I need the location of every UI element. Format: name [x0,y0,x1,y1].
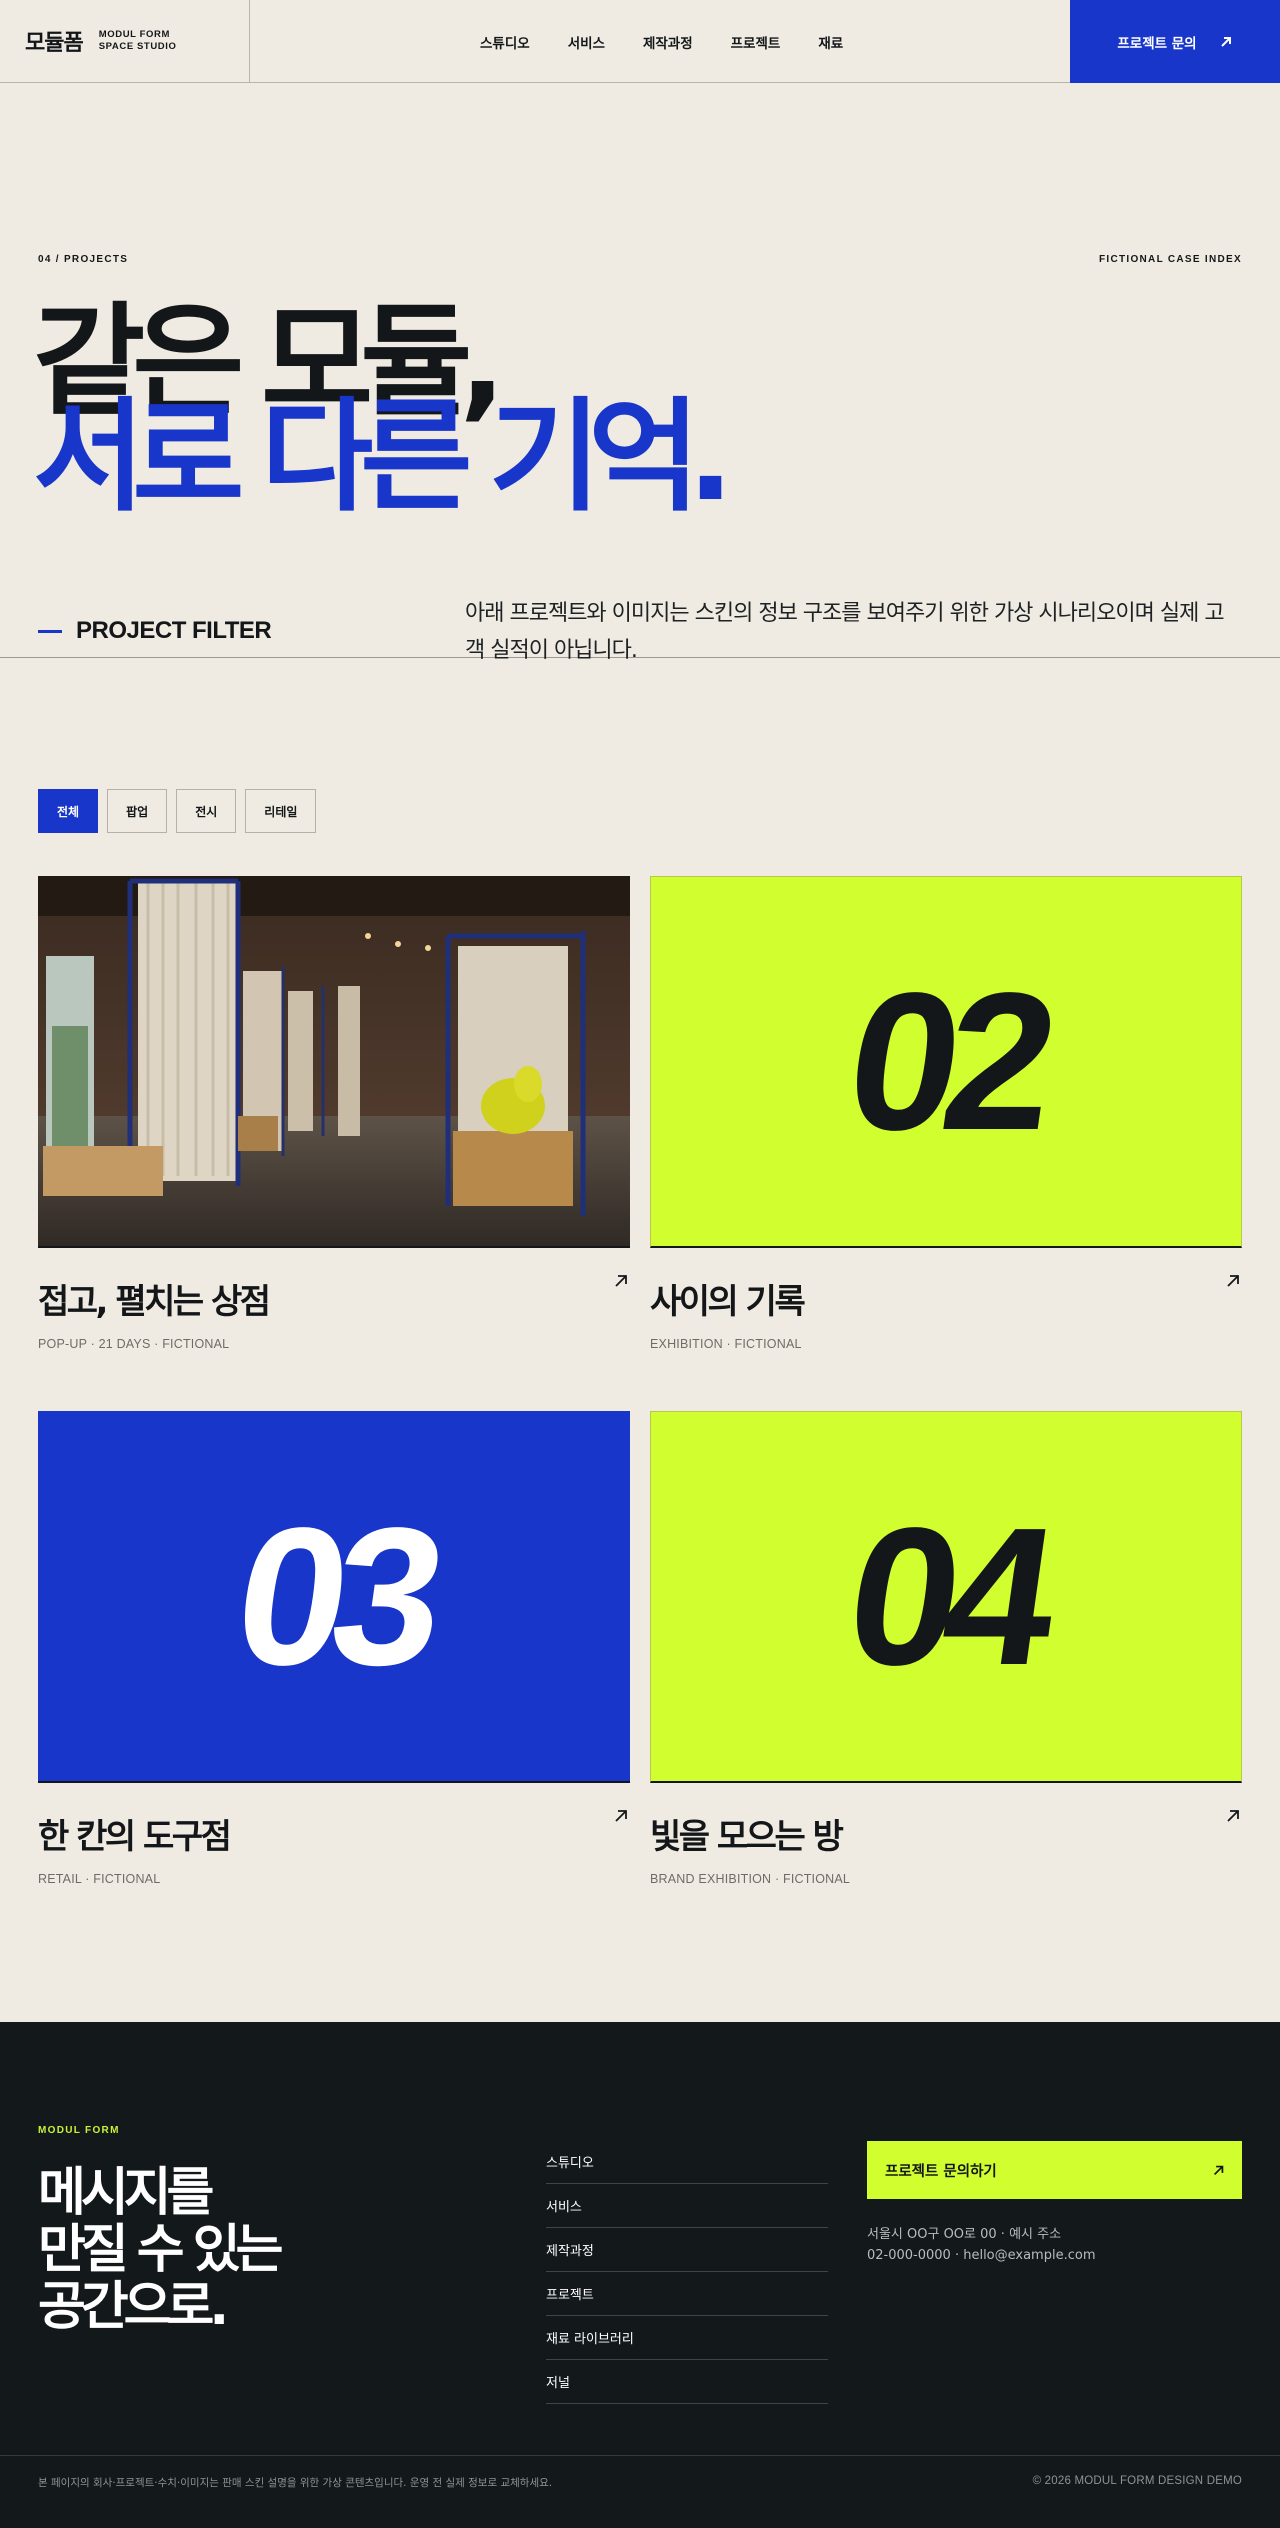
project-card[interactable]: 04 빛을 모으는 방 BRAND EXHIBITION · FICTIONAL [650,1411,1242,1886]
footer-inquiry-label: 프로젝트 문의하기 [885,2163,997,2180]
project-number: 04 [835,1487,1057,1706]
main-nav: 스튜디오 서비스 제작과정 프로젝트 재료 [480,0,881,83]
footer-link-journal[interactable]: 저널 [546,2360,828,2404]
projects-section: 전체 팝업 전시 리테일 접고, 펼치는 상점 POP-UP · 21 DAYS… [0,658,1280,2022]
project-card[interactable]: 접고, 펼치는 상점 POP-UP · 21 DAYS · FICTIONAL [38,876,630,1351]
nav-item-services[interactable]: 서비스 [568,32,605,52]
footer-contact: 서울시 OO구 OO로 00 · 예시 주소 02-000-0000 · hel… [867,2224,1095,2266]
project-cover: 04 [650,1411,1242,1783]
project-title: 한 칸의 도구점 [38,1817,232,1857]
footer-divider [0,2455,1280,2456]
arrow-up-right-icon [1220,36,1231,47]
logo-subtitle-line2: SPACE STUDIO [98,41,177,52]
arrow-up-right-icon [1213,2165,1224,2175]
site-footer: MODUL FORM 메시지를 만질 수 있는 공간으로. 스튜디오 서비스 제… [0,2022,1280,2528]
logo-subtitle: MODUL FORM SPACE STUDIO [99,29,177,53]
section-kicker: 04 / PROJECTS [38,254,129,265]
inquiry-button[interactable]: 프로젝트 문의 [1070,0,1280,83]
project-meta: EXHIBITION · FICTIONAL [650,1337,802,1351]
project-meta: RETAIL · FICTIONAL [38,1872,161,1886]
footer-slogan: 메시지를 만질 수 있는 공간으로. [38,2163,283,2337]
filter-retail[interactable]: 리테일 [245,789,317,833]
project-photo [38,876,630,1248]
page-title: 같은 모듈, 서로 다른 기억. [33,301,734,518]
footer-slogan-line1: 메시지를 [38,2163,214,2223]
site-header: 모듈폼 MODUL FORM SPACE STUDIO 스튜디오 서비스 제작과… [0,0,1280,83]
nav-item-process[interactable]: 제작과정 [643,32,693,52]
footer-link-process[interactable]: 제작과정 [546,2228,828,2272]
nav-item-materials[interactable]: 재료 [818,32,843,52]
project-filter-heading-text: PROJECT FILTER [76,617,272,644]
footer-slogan-line3: 공간으로. [38,2277,229,2337]
arrow-up-right-icon[interactable] [614,1809,628,1823]
footer-copyright: © 2026 MODUL FORM DESIGN DEMO [1032,2475,1242,2487]
project-meta: POP-UP · 21 DAYS · FICTIONAL [38,1337,230,1351]
arrow-up-right-icon[interactable] [1226,1274,1240,1288]
filter-exhibition[interactable]: 전시 [176,789,237,833]
project-title: 빛을 모으는 방 [650,1817,844,1857]
case-index-label: FICTIONAL CASE INDEX [1098,254,1242,265]
project-title: 접고, 펼치는 상점 [38,1282,271,1322]
project-cover: 03 [38,1411,630,1783]
headline-line-2-text: 서로 다른 기억 [33,386,700,528]
footer-inquiry-button[interactable]: 프로젝트 문의하기 [867,2141,1242,2199]
project-number: 02 [835,952,1057,1171]
filter-popup[interactable]: 팝업 [107,789,168,833]
project-filter-tabs: 전체 팝업 전시 리테일 [38,789,325,833]
inquiry-button-label: 프로젝트 문의 [1117,35,1197,52]
heading-dash [38,629,62,633]
headline-line-2: 서로 다른 기억. [33,396,734,518]
nav-item-projects[interactable]: 프로젝트 [731,32,781,52]
footer-link-studio[interactable]: 스튜디오 [546,2140,828,2184]
project-card[interactable]: 02 사이의 기록 EXHIBITION · FICTIONAL [650,876,1242,1351]
project-title: 사이의 기록 [650,1282,806,1322]
project-number: 03 [223,1486,445,1706]
arrow-up-right-icon[interactable] [1226,1809,1240,1823]
arrow-up-right-icon[interactable] [614,1274,628,1288]
logo[interactable]: 모듈폼 MODUL FORM SPACE STUDIO [0,0,250,82]
project-filter-heading: PROJECT FILTER [38,617,272,645]
footer-address: 서울시 OO구 OO로 00 · 예시 주소 [867,2227,1062,2242]
project-card[interactable]: 03 한 칸의 도구점 RETAIL · FICTIONAL [38,1411,630,1886]
footer-nav: 스튜디오 서비스 제작과정 프로젝트 재료 라이브러리 저널 [546,2140,828,2404]
footer-phone-email: 02-000-0000 · hello@example.com [867,2248,1096,2263]
footer-link-services[interactable]: 서비스 [546,2184,828,2228]
footer-brand: MODUL FORM [38,2125,120,2136]
footer-slogan-line2: 만질 수 있는 [38,2220,283,2280]
nav-item-studio[interactable]: 스튜디오 [480,32,530,52]
logo-wordmark: 모듈폼 [25,31,84,56]
filter-all[interactable]: 전체 [38,789,99,833]
project-cover: 02 [650,876,1242,1248]
logo-subtitle-line1: MODUL FORM [98,29,170,40]
footer-link-projects[interactable]: 프로젝트 [546,2272,828,2316]
showroom-illustration [38,876,630,1246]
hero-section: 04 / PROJECTS FICTIONAL CASE INDEX 같은 모듈… [0,83,1280,663]
headline-dot: . [687,386,734,528]
project-meta: BRAND EXHIBITION · FICTIONAL [650,1872,851,1886]
footer-link-material-library[interactable]: 재료 라이브러리 [546,2316,828,2360]
footer-disclaimer: 본 페이지의 회사·프로젝트·수치·이미지는 판매 스킨 설명을 위한 가상 콘… [38,2477,553,2489]
